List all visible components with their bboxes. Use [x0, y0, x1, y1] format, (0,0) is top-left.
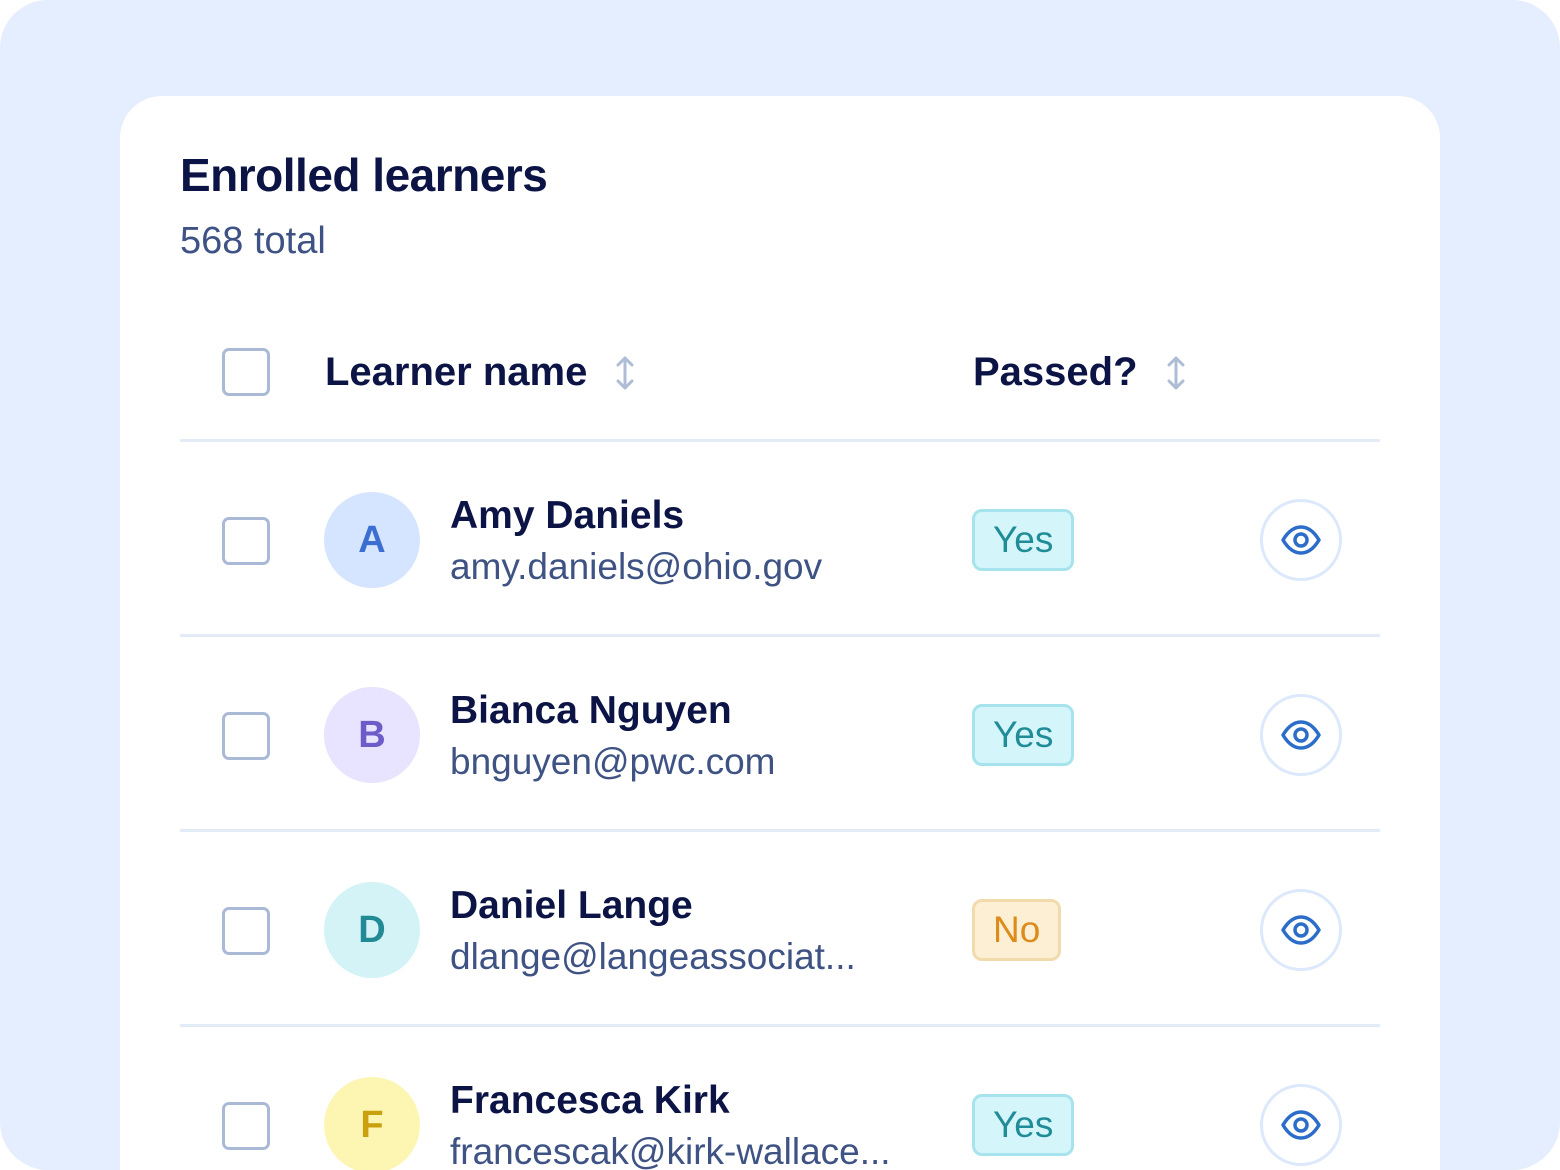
learner-email: bnguyen@pwc.com — [450, 741, 776, 782]
passed-badge: Yes — [972, 704, 1075, 766]
column-header-label: Learner name — [325, 350, 588, 394]
passed-badge: No — [972, 899, 1062, 961]
card-title: Enrolled learners — [180, 149, 548, 201]
view-learner-button[interactable] — [1260, 889, 1342, 971]
view-learner-button[interactable] — [1260, 499, 1342, 581]
passed-badge: Yes — [972, 1094, 1075, 1156]
learner-name: Bianca Nguyen — [450, 689, 732, 732]
enrolled-learners-card: Enrolled learners 568 total Learner name… — [120, 96, 1440, 1170]
column-header-passed[interactable]: Passed? — [973, 350, 1188, 395]
learner-email: francescak@kirk-wallace... — [450, 1131, 891, 1170]
row-checkbox[interactable] — [222, 712, 270, 760]
passed-badge: Yes — [972, 509, 1075, 571]
avatar: A — [324, 492, 420, 588]
row-checkbox[interactable] — [222, 907, 270, 955]
learner-email: amy.daniels@ohio.gov — [450, 546, 823, 587]
table-row: D Daniel Lange dlange@langeassociat... N… — [180, 832, 1380, 1027]
row-checkbox[interactable] — [222, 1102, 270, 1150]
table-row: B Bianca Nguyen bnguyen@pwc.com Yes — [180, 637, 1380, 832]
view-learner-button[interactable] — [1260, 1084, 1342, 1166]
learner-name: Amy Daniels — [450, 494, 685, 537]
column-header-learner-name[interactable]: Learner name — [325, 350, 637, 395]
learner-name: Daniel Lange — [450, 884, 693, 927]
eye-icon — [1281, 915, 1321, 945]
avatar: D — [324, 882, 420, 978]
sort-arrows-icon[interactable] — [1164, 356, 1188, 390]
avatar: B — [324, 687, 420, 783]
avatar: F — [324, 1077, 420, 1170]
table-header: Learner name Passed? — [180, 336, 1380, 442]
sort-arrows-icon[interactable] — [613, 356, 637, 390]
table-row: A Amy Daniels amy.daniels@ohio.gov Yes — [180, 442, 1380, 637]
column-header-label: Passed? — [973, 350, 1138, 394]
table-row: F Francesca Kirk francescak@kirk-wallace… — [180, 1027, 1380, 1170]
row-checkbox[interactable] — [222, 517, 270, 565]
eye-icon — [1281, 525, 1321, 555]
learner-email: dlange@langeassociat... — [450, 936, 856, 977]
view-learner-button[interactable] — [1260, 694, 1342, 776]
page-background: Enrolled learners 568 total Learner name… — [0, 0, 1560, 1170]
eye-icon — [1281, 1110, 1321, 1140]
eye-icon — [1281, 720, 1321, 750]
learner-count: 568 total — [180, 220, 326, 262]
select-all-checkbox[interactable] — [222, 348, 270, 396]
learner-name: Francesca Kirk — [450, 1079, 730, 1122]
